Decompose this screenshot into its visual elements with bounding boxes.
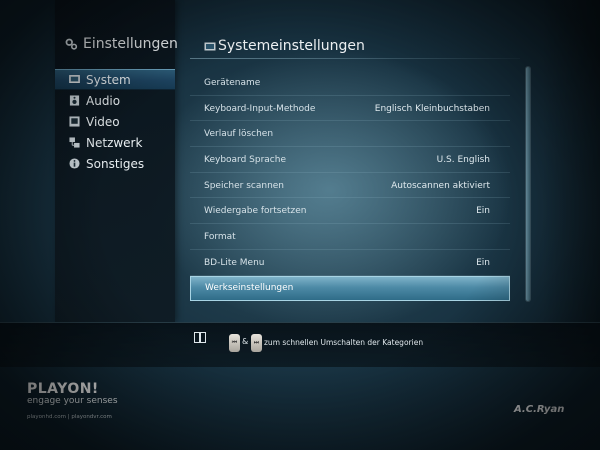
monitor-icon <box>69 75 80 83</box>
hint-ampersand: & <box>242 337 249 346</box>
setting-label: Wiedergabe fortsetzen <box>204 206 307 217</box>
sidebar-item-audio[interactable]: Audio <box>55 90 175 111</box>
title-divider <box>190 58 520 59</box>
info-icon <box>69 158 80 169</box>
setting-wiedergabe-fortsetzen[interactable]: Wiedergabe fortsetzen Ein <box>190 198 510 224</box>
page-title-text: Systemeinstellungen <box>218 38 365 54</box>
setting-value: Englisch Kleinbuchstaben <box>374 103 490 114</box>
skip-back-glyph: ⏮ <box>231 339 238 346</box>
gear-icon <box>65 38 78 50</box>
sidebar-item-system[interactable]: System <box>55 69 175 90</box>
setting-label: Keyboard Sprache <box>204 154 286 165</box>
skip-forward-glyph: ⏭ <box>253 339 260 346</box>
network-icon <box>69 137 80 148</box>
setting-keyboard-input-methode[interactable]: Keyboard-Input-Methode Englisch Kleinbuc… <box>190 96 510 122</box>
settings-list: Gerätename Keyboard-Input-Methode Englis… <box>190 70 510 302</box>
sidebar-item-label: System <box>86 72 131 87</box>
sidebar-item-netzwerk[interactable]: Netzwerk <box>55 132 175 153</box>
speaker-icon <box>69 95 80 106</box>
setting-label: Format <box>204 231 236 242</box>
monitor-icon <box>204 42 216 50</box>
setting-value: Ein <box>476 206 490 217</box>
setting-keyboard-sprache[interactable]: Keyboard Sprache U.S. English <box>190 147 510 173</box>
scrollbar-thumb[interactable] <box>526 67 530 301</box>
right-shadow <box>542 0 600 322</box>
sidebar-title: Einstellungen <box>64 36 178 52</box>
setting-geraetename[interactable]: Gerätename <box>190 70 510 96</box>
acryan-logo: A.C.Ryan <box>514 404 565 415</box>
setting-verlauf-loeschen[interactable]: Verlauf löschen <box>190 121 510 147</box>
sidebar-item-label: Netzwerk <box>86 135 143 150</box>
setting-value: U.S. English <box>436 154 490 165</box>
setting-label: Verlauf löschen <box>204 129 274 140</box>
video-icon <box>69 116 80 127</box>
setting-value: Ein <box>476 257 490 268</box>
scrollbar[interactable] <box>525 66 531 302</box>
setting-bd-lite-menu[interactable]: BD-Lite Menu Ein <box>190 250 510 276</box>
brand-urls: playonhd.com | playondvr.com <box>27 414 112 420</box>
setting-value: Autoscannen aktiviert <box>391 180 490 191</box>
sidebar-item-video[interactable]: Video <box>55 111 175 132</box>
skip-back-key-icon: ⏮ <box>229 334 240 352</box>
setting-speicher-scannen[interactable]: Speicher scannen Autoscannen aktiviert <box>190 173 510 199</box>
playon-logo: PLAYON! engage your senses <box>27 382 118 407</box>
setting-format[interactable]: Format <box>190 224 510 250</box>
hint-text: zum schnellen Umschalten der Kategorien <box>264 338 424 347</box>
page-title: Systemeinstellungen <box>204 38 365 54</box>
sidebar-item-sonstiges[interactable]: Sonstiges <box>55 153 175 174</box>
logo-text: PLAYON! <box>27 381 99 397</box>
setting-label: Speicher scannen <box>204 180 285 191</box>
logo-tagline: engage your senses <box>27 396 118 406</box>
sidebar-item-label: Sonstiges <box>86 156 145 171</box>
setting-label: Keyboard-Input-Methode <box>204 103 316 114</box>
setting-label: BD-Lite Menu <box>204 257 265 268</box>
settings-screen: Einstellungen System Audio Video Netzwer… <box>0 0 600 450</box>
setting-label: Gerätename <box>204 77 261 88</box>
sidebar-item-label: Audio <box>86 93 121 108</box>
sidebar-item-label: Video <box>86 114 120 129</box>
book-icon <box>194 332 206 343</box>
setting-werkseinstellungen[interactable]: Werkseinstellungen <box>190 275 510 302</box>
setting-label: Werkseinstellungen <box>205 283 294 294</box>
sidebar-title-text: Einstellungen <box>83 36 178 52</box>
skip-forward-key-icon: ⏭ <box>251 334 262 352</box>
sidebar-menu: System Audio Video Netzwerk Sonstiges <box>55 69 175 174</box>
